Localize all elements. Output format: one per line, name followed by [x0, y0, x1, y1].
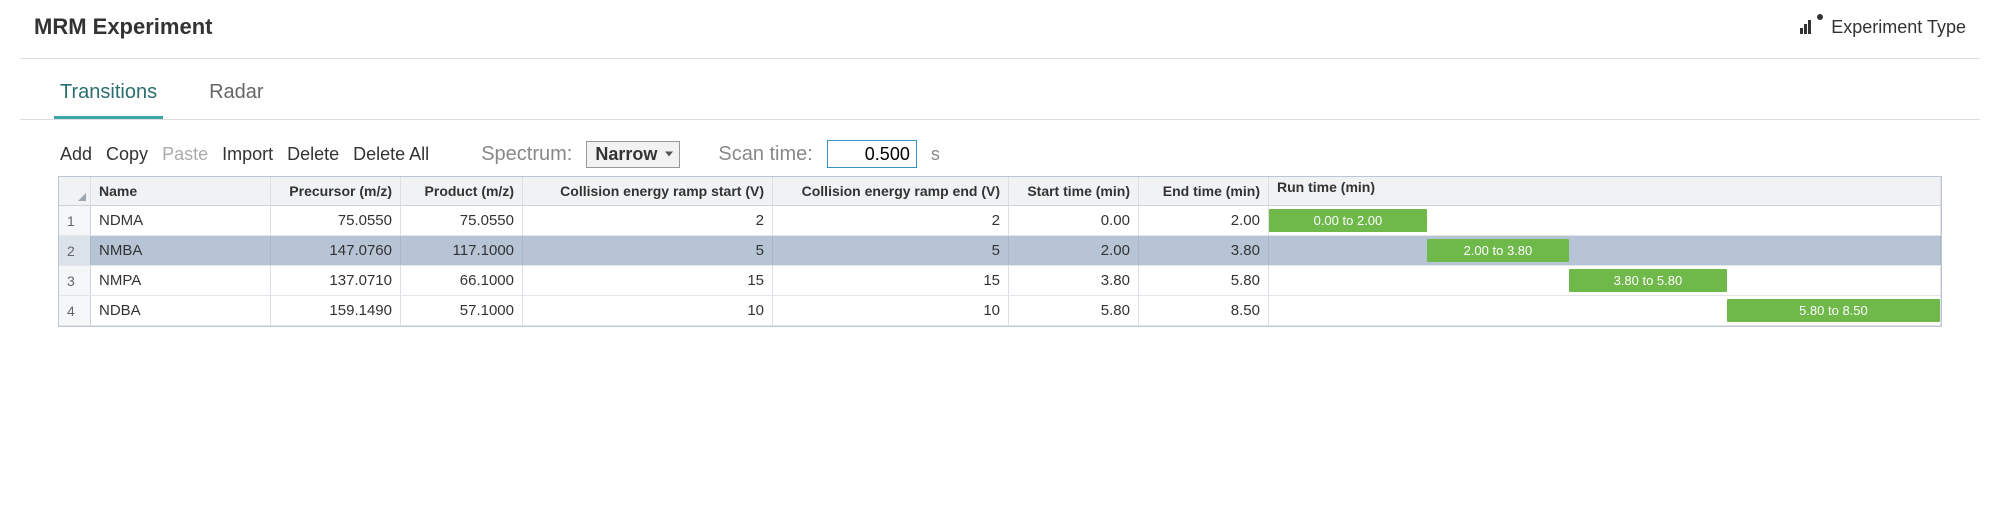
tab-radar[interactable]: Radar: [203, 73, 269, 119]
col-ce-start[interactable]: Collision energy ramp start (V): [523, 177, 773, 205]
delete-all-button[interactable]: Delete All: [353, 144, 429, 165]
cell-precursor[interactable]: 137.0710: [271, 266, 401, 295]
cell-name[interactable]: NMBA: [91, 236, 271, 265]
col-precursor[interactable]: Precursor (m/z): [271, 177, 401, 205]
paste-button[interactable]: Paste: [162, 144, 208, 165]
gear-dot-icon: [1817, 14, 1823, 20]
col-start-time[interactable]: Start time (min): [1009, 177, 1139, 205]
cell-ce-end[interactable]: 2: [773, 206, 1009, 235]
copy-button[interactable]: Copy: [106, 144, 148, 165]
cell-precursor[interactable]: 159.1490: [271, 296, 401, 325]
cell-end-time[interactable]: 8.50: [1139, 296, 1269, 325]
cell-ce-start[interactable]: 15: [523, 266, 773, 295]
cell-product[interactable]: 117.1000: [401, 236, 523, 265]
cell-precursor[interactable]: 147.0760: [271, 236, 401, 265]
cell-end-time[interactable]: 2.00: [1139, 206, 1269, 235]
scan-time-label: Scan time:: [718, 143, 812, 166]
row-index: 2: [59, 236, 91, 265]
row-index: 1: [59, 206, 91, 235]
gantt-bar[interactable]: 5.80 to 8.50: [1727, 299, 1940, 322]
scan-time-input[interactable]: [827, 140, 917, 168]
cell-product[interactable]: 66.1000: [401, 266, 523, 295]
add-button[interactable]: Add: [60, 144, 92, 165]
cell-name[interactable]: NDBA: [91, 296, 271, 325]
cell-run-time: 3.80 to 5.80: [1269, 266, 1941, 295]
cell-ce-start[interactable]: 10: [523, 296, 773, 325]
cell-ce-end[interactable]: 15: [773, 266, 1009, 295]
gantt-bar[interactable]: 2.00 to 3.80: [1427, 239, 1569, 262]
col-ce-end[interactable]: Collision energy ramp end (V): [773, 177, 1009, 205]
col-name[interactable]: Name: [91, 177, 271, 205]
tabs: Transitions Radar: [20, 59, 1980, 120]
spectrum-select[interactable]: Narrow: [586, 141, 680, 168]
tab-transitions[interactable]: Transitions: [54, 73, 163, 119]
col-product[interactable]: Product (m/z): [401, 177, 523, 205]
cell-start-time[interactable]: 2.00: [1009, 236, 1139, 265]
toolbar: Add Copy Paste Import Delete Delete All …: [60, 120, 1940, 176]
gantt-bar[interactable]: 0.00 to 2.00: [1269, 209, 1427, 232]
cell-start-time[interactable]: 3.80: [1009, 266, 1139, 295]
cell-end-time[interactable]: 3.80: [1139, 236, 1269, 265]
cell-name[interactable]: NMPA: [91, 266, 271, 295]
page-title: MRM Experiment: [34, 14, 212, 40]
experiment-type-label: Experiment Type: [1831, 17, 1966, 38]
spectrum-label: Spectrum:: [481, 143, 572, 166]
cell-start-time[interactable]: 5.80: [1009, 296, 1139, 325]
table-row[interactable]: 1NDMA75.055075.0550220.002.000.00 to 2.0…: [59, 206, 1941, 236]
cell-precursor[interactable]: 75.0550: [271, 206, 401, 235]
cell-product[interactable]: 75.0550: [401, 206, 523, 235]
row-index: 4: [59, 296, 91, 325]
cell-name[interactable]: NDMA: [91, 206, 271, 235]
delete-button[interactable]: Delete: [287, 144, 339, 165]
cell-ce-end[interactable]: 5: [773, 236, 1009, 265]
col-end-time[interactable]: End time (min): [1139, 177, 1269, 205]
cell-run-time: 0.00 to 2.00: [1269, 206, 1941, 235]
cell-product[interactable]: 57.1000: [401, 296, 523, 325]
table-row[interactable]: 2NMBA147.0760117.1000552.003.802.00 to 3…: [59, 236, 1941, 266]
scan-time-unit: s: [931, 144, 940, 165]
cell-start-time[interactable]: 0.00: [1009, 206, 1139, 235]
col-run-time[interactable]: Run time (min): [1269, 177, 1941, 205]
cell-ce-end[interactable]: 10: [773, 296, 1009, 325]
grid-header: Name Precursor (m/z) Product (m/z) Colli…: [59, 177, 1941, 206]
import-button[interactable]: Import: [222, 144, 273, 165]
cell-ce-start[interactable]: 5: [523, 236, 773, 265]
row-index: 3: [59, 266, 91, 295]
gantt-bar[interactable]: 3.80 to 5.80: [1569, 269, 1727, 292]
bar-chart-icon: [1800, 20, 1811, 34]
cell-run-time: 2.00 to 3.80: [1269, 236, 1941, 265]
row-indicator-header[interactable]: [59, 177, 91, 205]
experiment-type-link[interactable]: Experiment Type: [1800, 17, 1966, 38]
cell-ce-start[interactable]: 2: [523, 206, 773, 235]
cell-end-time[interactable]: 5.80: [1139, 266, 1269, 295]
table-row[interactable]: 4NDBA159.149057.100010105.808.505.80 to …: [59, 296, 1941, 326]
table-row[interactable]: 3NMPA137.071066.100015153.805.803.80 to …: [59, 266, 1941, 296]
transitions-grid: Name Precursor (m/z) Product (m/z) Colli…: [58, 176, 1942, 327]
cell-run-time: 5.80 to 8.50: [1269, 296, 1941, 325]
